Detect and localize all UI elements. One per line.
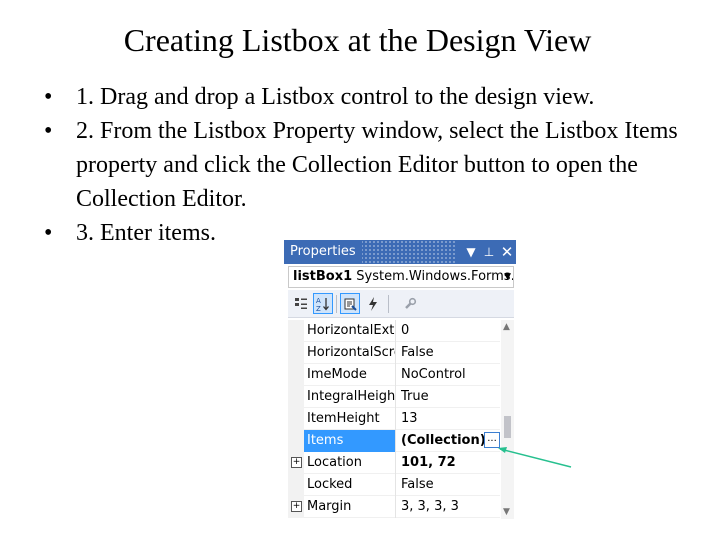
arrow-line [499,448,572,468]
arrow-head-icon [498,447,507,453]
annotation-arrow [498,447,572,468]
